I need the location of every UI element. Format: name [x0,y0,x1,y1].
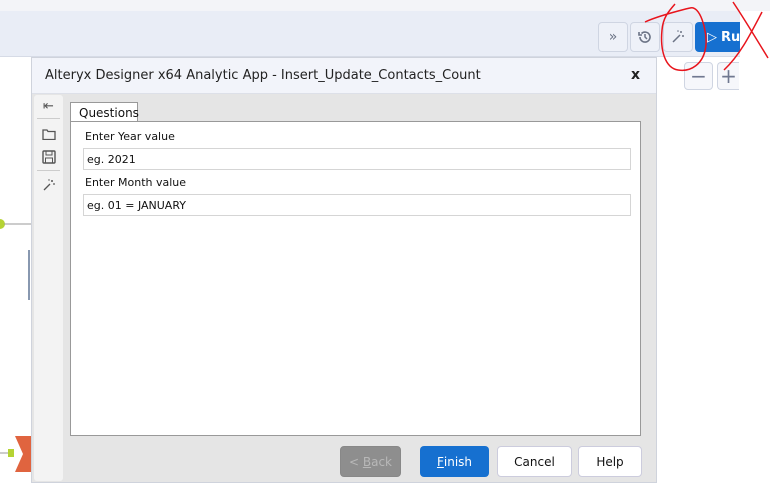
divider [37,170,60,171]
year-label: Enter Year value [85,130,175,143]
workflow-canvas-fragment [0,219,31,472]
open-folder-icon[interactable] [40,125,57,142]
help-button[interactable]: Help [578,446,642,477]
back-button[interactable]: < Back [340,446,401,477]
year-input[interactable]: eg. 2021 [83,148,631,170]
cancel-button[interactable]: Cancel [497,446,572,477]
save-icon[interactable] [40,148,57,165]
questions-panel: Enter Year value eg. 2021 Enter Month va… [70,121,641,436]
month-label: Enter Month value [85,176,187,189]
red-annotation [644,1,769,72]
analytic-app-dialog: Alteryx Designer x64 Analytic App - Inse… [31,57,657,483]
magic-wand-icon[interactable] [40,176,57,193]
finish-button[interactable]: Finish [420,446,489,477]
dialog-sidebar: ⇤ [34,95,63,481]
month-input[interactable]: eg. 01 = JANUARY [83,194,631,216]
